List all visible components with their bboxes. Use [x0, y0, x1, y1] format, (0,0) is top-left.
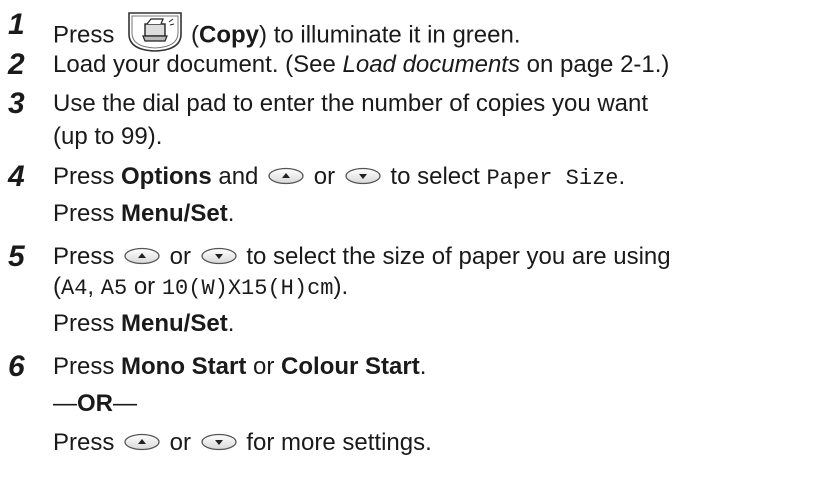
step-4-line-1: Press Options and or to select Paper Siz…	[53, 162, 625, 194]
text: Press	[53, 21, 115, 49]
step-number: 3	[8, 87, 25, 120]
menu-set-label: Menu/Set	[121, 310, 228, 337]
text: or	[163, 243, 198, 270]
down-arrow-key-icon	[200, 243, 238, 273]
step-6-line-3: Press or for more settings.	[53, 428, 432, 459]
down-arrow-key-icon	[344, 163, 382, 193]
text: Load your document. (See	[53, 51, 343, 78]
menu-set-label: Menu/Set	[121, 200, 228, 227]
step-number: 6	[8, 350, 25, 383]
text: or	[127, 273, 162, 300]
text: and	[211, 163, 266, 190]
step-5-line-3: Press Menu/Set.	[53, 309, 234, 339]
text: or	[246, 353, 282, 380]
text: on page 2-1.)	[519, 51, 670, 78]
up-arrow-key-icon	[267, 163, 305, 193]
text: .	[227, 200, 235, 227]
step-6-line-1: Press Mono Start or Colour Start.	[53, 352, 426, 382]
step-3-line-2: (up to 99).	[53, 122, 162, 152]
step-number: 2	[8, 48, 25, 81]
text: Press	[53, 200, 122, 227]
text: (	[53, 273, 61, 300]
step-number: 5	[8, 240, 25, 273]
text: for more settings.	[239, 429, 432, 456]
copy-label: Copy	[199, 21, 260, 49]
text: (up to 99).	[53, 123, 163, 150]
load-documents-reference: Load documents	[342, 51, 520, 78]
text: —	[53, 390, 77, 417]
text: Press	[53, 429, 122, 456]
text: to select the size of paper you are usin…	[239, 243, 671, 270]
step-6-line-2: —OR—	[53, 389, 137, 419]
or-label: OR	[77, 390, 113, 417]
up-arrow-key-icon	[123, 243, 161, 273]
text: to select	[383, 163, 487, 190]
step-number: 4	[8, 160, 25, 193]
text: ) to illuminate it in green.	[259, 21, 521, 49]
step-4-line-2: Press Menu/Set.	[53, 199, 234, 229]
step-5-line-1: Press or to select the size of paper you…	[53, 242, 671, 273]
text: or	[307, 163, 342, 190]
text: .	[419, 353, 427, 380]
text: (	[191, 21, 200, 49]
postcard-option-text: 10(W)X15(H)cm	[161, 276, 334, 301]
text: Press	[53, 163, 122, 190]
text: Press	[53, 243, 122, 270]
text: or	[163, 429, 198, 456]
text: Press	[53, 310, 122, 337]
down-arrow-key-icon	[200, 429, 238, 459]
a4-option-text: A4	[61, 276, 88, 301]
text: Press	[53, 353, 122, 380]
text: Use the dial pad to enter the number of …	[53, 90, 649, 117]
step-2-line-1: Load your document. (See Load documents …	[53, 50, 669, 80]
text: .	[227, 310, 235, 337]
step-5-line-2: (A4, A5 or 10(W)X15(H)cm).	[53, 272, 348, 304]
paper-size-display-text: Paper Size	[486, 166, 619, 191]
step-3-line-1: Use the dial pad to enter the number of …	[53, 89, 648, 119]
colour-start-label: Colour Start	[281, 353, 420, 380]
up-arrow-key-icon	[123, 429, 161, 459]
text: .	[618, 163, 626, 190]
text: ).	[333, 273, 349, 300]
a5-option-text: A5	[100, 276, 128, 301]
text: —	[113, 390, 137, 417]
options-label: Options	[121, 163, 212, 190]
text: ,	[87, 273, 101, 300]
step-number: 1	[8, 8, 25, 41]
mono-start-label: Mono Start	[121, 353, 247, 380]
